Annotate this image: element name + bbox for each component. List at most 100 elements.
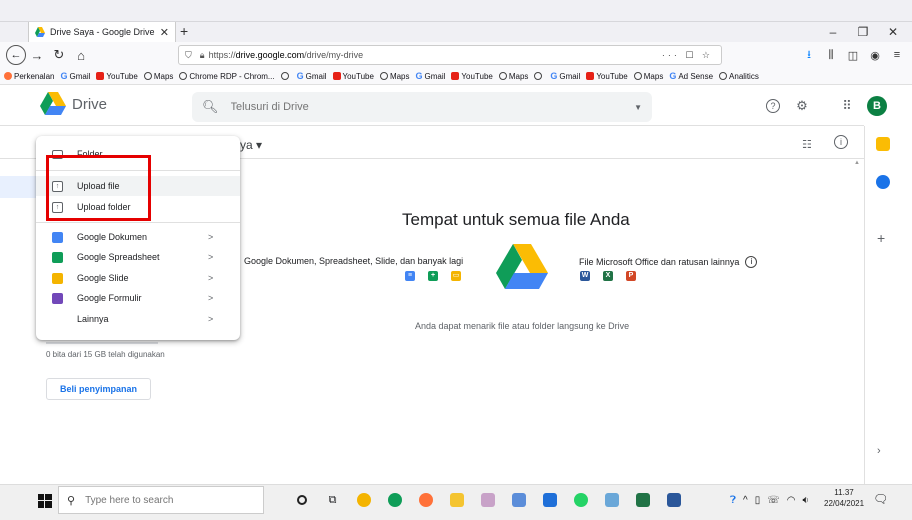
expand-panel-chevron-icon[interactable]: ›	[877, 445, 881, 457]
google-icon: G	[415, 71, 423, 81]
list-view-icon[interactable]: ☷	[802, 138, 812, 151]
bookmark-item[interactable]: Maps	[498, 72, 528, 81]
search-options-caret-icon[interactable]: ▼	[634, 103, 642, 112]
help-icon[interactable]: ?	[764, 97, 782, 115]
menu-item-google-docs[interactable]: Google Dokumen >	[36, 227, 240, 247]
bookmark-item[interactable]: Maps	[633, 72, 663, 81]
home-icon[interactable]: ⌂	[70, 48, 92, 63]
sheets-mini-icon: +	[428, 271, 438, 281]
url-host: drive.google.com	[235, 50, 305, 60]
bookmark-item[interactable]: YouTube	[96, 72, 138, 81]
buy-storage-button[interactable]: Beli penyimpanan	[46, 378, 151, 400]
chrome-icon[interactable]	[348, 488, 379, 512]
meet-icon[interactable]: ☏	[767, 495, 780, 506]
drive-search-box[interactable]: 🔍︎ ▼	[192, 92, 652, 122]
url-bar[interactable]: ⛉ 🔒︎ https://drive.google.com/drive/my-d…	[178, 45, 722, 65]
wifi-icon[interactable]: ◠	[787, 495, 796, 506]
browser-tab-drive[interactable]: Drive Saya - Google Drive ✕	[28, 22, 176, 42]
keep-icon[interactable]	[876, 137, 890, 151]
menu-item-google-forms[interactable]: Google Formulir >	[36, 288, 240, 308]
google-icon: G	[296, 71, 304, 81]
settings-gear-icon[interactable]: ⚙	[793, 97, 811, 115]
excel-icon[interactable]	[627, 488, 658, 512]
bookmark-item[interactable]: Analitics	[719, 72, 759, 81]
bookmark-item[interactable]: YouTube	[451, 72, 493, 81]
word-icon[interactable]	[658, 488, 689, 512]
minimize-icon[interactable]: –	[818, 22, 848, 42]
whatsapp-icon[interactable]	[565, 488, 596, 512]
library-icon[interactable]: ⫼	[822, 49, 840, 62]
office-info-icon[interactable]: i	[745, 256, 758, 268]
tab-close-icon[interactable]: ✕	[160, 26, 169, 39]
avatar[interactable]: B	[867, 96, 887, 116]
globe-icon	[633, 72, 642, 80]
windows-start-icon[interactable]	[38, 494, 52, 508]
scroll-up-icon[interactable]: ▲	[854, 160, 862, 166]
battery-icon[interactable]: ▯	[755, 495, 761, 506]
media-app-icon[interactable]	[534, 488, 565, 512]
menu-item-google-sheets[interactable]: Google Spreadsheet >	[36, 247, 240, 267]
page-actions-icon[interactable]: ··· ☐ ☆	[662, 50, 713, 61]
file-explorer-icon[interactable]	[441, 488, 472, 512]
taskbar-search-box[interactable]: ⚲	[58, 486, 264, 514]
account-icon[interactable]: ◉	[866, 49, 884, 62]
submenu-chevron-icon: >	[208, 273, 214, 283]
help-tray-icon[interactable]: ❓︎	[730, 495, 736, 506]
apps-grid-icon[interactable]: ⠿	[838, 97, 856, 115]
bookmark-item[interactable]: Maps	[379, 72, 410, 81]
maximize-icon[interactable]: ❐	[848, 22, 878, 42]
main-scrollbar[interactable]: ▲	[854, 160, 862, 484]
bookmark-item[interactable]: G Gmail	[416, 71, 446, 81]
task-view-icon[interactable]: ⧉	[317, 488, 348, 512]
menu-label-google-docs: Google Dokumen	[77, 232, 148, 242]
drop-hint: Anda dapat menarik file atau folder lang…	[415, 321, 630, 331]
reload-icon[interactable]: ↻	[48, 47, 70, 63]
paint-icon[interactable]	[472, 488, 503, 512]
edge-icon[interactable]	[379, 488, 410, 512]
bookmark-item[interactable]: Perkenalan	[4, 72, 54, 81]
taskbar-clock[interactable]: 11.37 22/04/2021	[824, 487, 864, 509]
globe-icon	[280, 72, 289, 80]
back-button-icon[interactable]: ←	[6, 45, 26, 65]
bookmark-item[interactable]: Maps	[143, 72, 173, 81]
google-drive-logo-icon[interactable]	[40, 92, 66, 116]
close-window-icon[interactable]: ✕	[878, 22, 908, 42]
forward-button-icon[interactable]: →	[26, 48, 48, 63]
taskbar-search-input[interactable]	[85, 494, 246, 506]
search-icon[interactable]: 🔍︎	[202, 99, 219, 115]
firefox-icon[interactable]	[410, 488, 441, 512]
bookmark-item[interactable]	[534, 72, 544, 80]
add-addon-icon[interactable]: +	[877, 230, 885, 246]
notification-center-icon[interactable]: 🗨︎	[873, 492, 888, 506]
bookmark-label: Ad Sense	[678, 71, 714, 81]
notepad-icon[interactable]	[596, 488, 627, 512]
bookmark-item[interactable]: G Gmail	[550, 71, 580, 81]
bookmark-item[interactable]: G Ad Sense	[669, 71, 713, 81]
tasks-icon[interactable]	[876, 175, 890, 189]
download-icon[interactable]: ⭳	[800, 46, 818, 65]
network-app-icon[interactable]	[503, 488, 534, 512]
cortana-icon[interactable]	[286, 488, 317, 512]
submenu-chevron-icon: >	[208, 252, 214, 262]
new-tab-button[interactable]: +	[180, 22, 188, 40]
my-drive-breadcrumb[interactable]: ya ▾	[240, 138, 262, 152]
globe-icon	[379, 72, 388, 80]
menu-item-more[interactable]: Lainnya >	[36, 309, 240, 329]
menu-divider	[36, 222, 240, 223]
hamburger-menu-icon[interactable]: ≡	[888, 49, 906, 61]
menu-item-google-slides[interactable]: Google Slide >	[36, 268, 240, 288]
sidebar-toggle-icon[interactable]: ◫	[844, 49, 862, 62]
volume-icon[interactable]: 🔉︎	[802, 495, 808, 506]
show-hidden-icons-chevron-icon[interactable]: ^	[743, 495, 748, 506]
bookmark-item[interactable]: G Gmail	[297, 71, 327, 81]
drive-search-input[interactable]	[230, 101, 611, 113]
bookmark-item[interactable]: Chrome RDP - Chrom...	[179, 72, 275, 81]
drive-title[interactable]: Drive	[72, 96, 107, 113]
bookmark-item[interactable]: G Gmail	[60, 71, 90, 81]
google-apps-description: Google Dokumen, Spreadsheet, Slide, dan …	[244, 256, 464, 266]
info-icon[interactable]: i	[834, 135, 848, 149]
globe-icon	[534, 72, 543, 80]
bookmark-item[interactable]: YouTube	[332, 72, 374, 81]
bookmark-item[interactable]	[280, 72, 291, 80]
bookmark-item[interactable]: YouTube	[586, 72, 628, 81]
